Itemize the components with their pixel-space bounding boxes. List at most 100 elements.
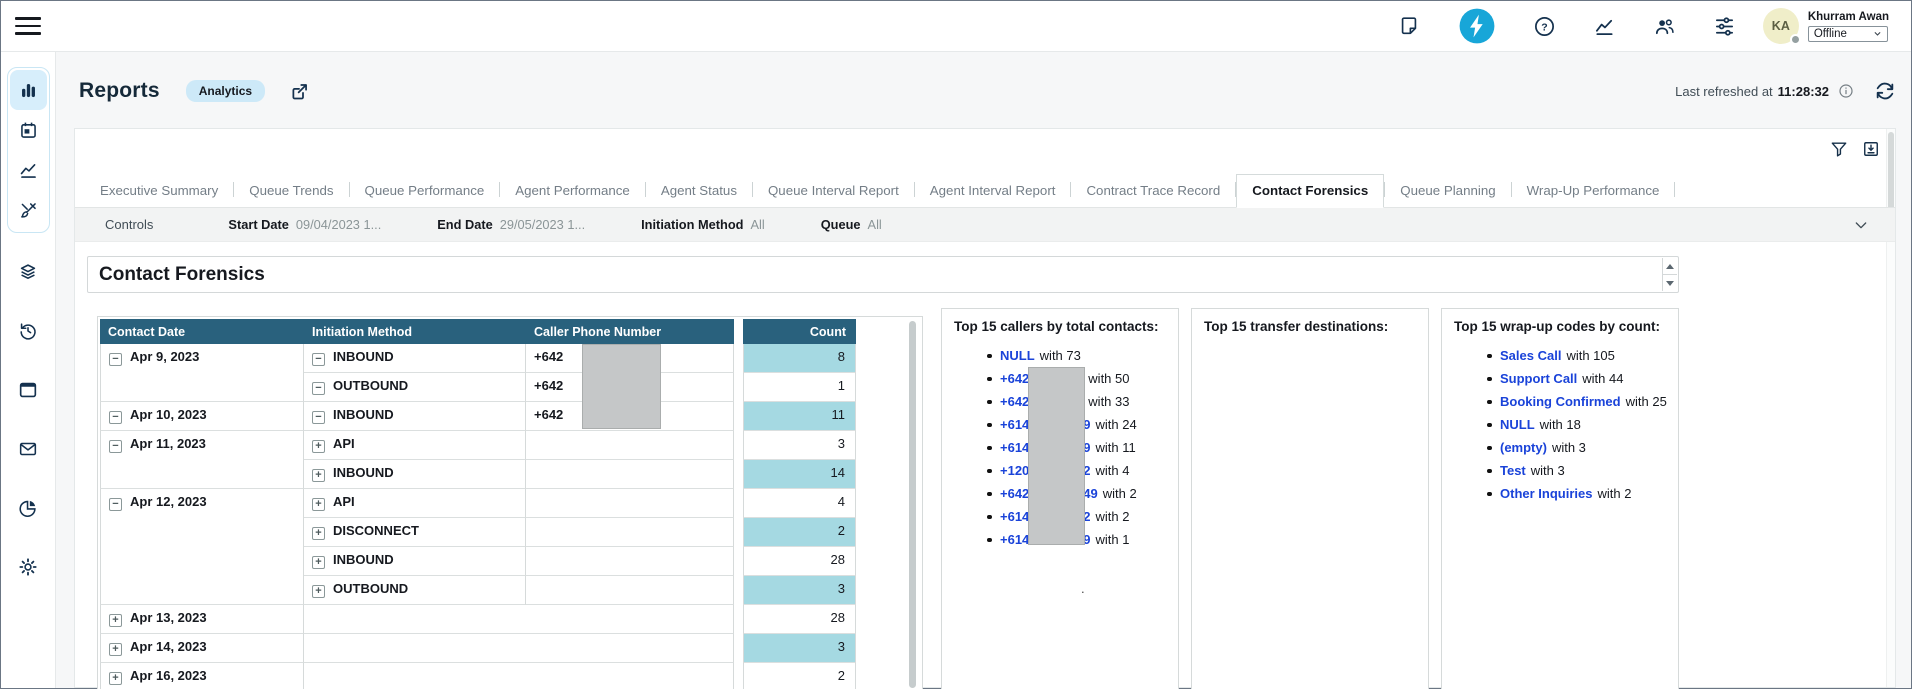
column-header-contact-date[interactable]: Contact Date (100, 319, 304, 344)
collapse-toggle[interactable]: − (312, 353, 325, 366)
sidebar-item-settings[interactable] (1, 537, 55, 596)
column-header-caller-phone[interactable]: Caller Phone Number (526, 319, 734, 344)
tab-agent-status[interactable]: Agent Status (646, 175, 752, 207)
filter-start-date[interactable]: Start Date09/04/2023 1... (228, 217, 381, 232)
settings-sliders-icon[interactable] (1713, 14, 1737, 38)
spinner-up-button[interactable] (1663, 258, 1677, 274)
caller-link[interactable]: +614 (1000, 440, 1029, 455)
tab-queue-performance[interactable]: Queue Performance (350, 175, 500, 207)
external-link-icon[interactable] (289, 81, 310, 102)
avatar-initials: KA (1772, 19, 1790, 33)
controls-expand-chevron-icon[interactable] (1853, 217, 1869, 233)
help-icon[interactable]: ? (1533, 14, 1557, 38)
spinner-down-button[interactable] (1663, 274, 1677, 291)
tab-wrap-up-performance[interactable]: Wrap-Up Performance (1512, 175, 1675, 207)
expand-toggle[interactable]: + (312, 556, 325, 569)
sidebar-item-calendar[interactable] (10, 110, 47, 150)
tab-agent-interval-report[interactable]: Agent Interval Report (915, 175, 1071, 207)
caller-link[interactable]: +614 (1000, 417, 1029, 432)
tab-executive-summary[interactable]: Executive Summary (85, 175, 233, 207)
brush-pencil-icon (18, 200, 39, 221)
column-header-initiation-method[interactable]: Initiation Method (304, 319, 526, 344)
wrapup-link[interactable]: Booking Confirmed (1500, 394, 1621, 409)
filter-queue[interactable]: QueueAll (821, 217, 882, 232)
info-icon[interactable] (1838, 83, 1854, 99)
collapse-toggle[interactable]: − (312, 411, 325, 424)
tab-queue-planning[interactable]: Queue Planning (1385, 175, 1510, 207)
sidebar-item-history[interactable] (1, 301, 55, 360)
caller-link[interactable]: +642 (1000, 486, 1029, 501)
page-title: Reports (79, 79, 160, 103)
sidebar-item-metrics[interactable] (10, 150, 47, 190)
wrapup-link[interactable]: Other Inquiries (1500, 486, 1592, 501)
sidebar-item-mail[interactable] (1, 419, 55, 478)
sidebar-item-layers[interactable] (1, 242, 55, 301)
controls-bar: Controls Start Date09/04/2023 1... End D… (75, 207, 1895, 242)
status-select[interactable]: Offline (1808, 26, 1888, 42)
collapse-toggle[interactable]: − (109, 498, 122, 511)
collapse-toggle[interactable]: − (109, 353, 122, 366)
list-item: Support Callwith 44 (1500, 367, 1666, 390)
lightning-icon[interactable] (1457, 6, 1497, 46)
table-row: +Apr 16, 2023 2 (100, 663, 856, 689)
caller-link[interactable]: +120 (1000, 463, 1029, 478)
list-item: (empty)with 3 (1500, 436, 1666, 459)
filter-initiation-method[interactable]: Initiation MethodAll (641, 217, 765, 232)
tab-contract-trace-record[interactable]: Contract Trace Record (1071, 175, 1235, 207)
top-wrapup-list: Sales Callwith 105 Support Callwith 44 B… (1454, 344, 1666, 505)
sidebar-item-window[interactable] (1, 360, 55, 419)
last-refreshed-label: Last refreshed at (1675, 84, 1773, 99)
wrapup-link[interactable]: NULL (1500, 417, 1535, 432)
wrapup-link[interactable]: Test (1500, 463, 1526, 478)
wrapup-link[interactable]: (empty) (1500, 440, 1547, 455)
list-item: Booking Confirmedwith 25 (1500, 390, 1666, 413)
tab-queue-interval-report[interactable]: Queue Interval Report (753, 175, 914, 207)
sidebar (1, 52, 56, 688)
expand-toggle[interactable]: + (312, 469, 325, 482)
filter-icon[interactable] (1829, 139, 1849, 159)
tab-agent-performance[interactable]: Agent Performance (500, 175, 645, 207)
download-icon[interactable] (1861, 139, 1881, 159)
expand-toggle[interactable]: + (109, 672, 122, 685)
sidebar-item-pie-reports[interactable] (1, 478, 55, 537)
hamburger-menu-icon[interactable] (15, 13, 41, 39)
expand-toggle[interactable]: + (312, 440, 325, 453)
avatar[interactable]: KA (1763, 8, 1799, 44)
refresh-icon[interactable] (1874, 80, 1896, 102)
wrapup-link[interactable]: Support Call (1500, 371, 1577, 386)
sidebar-item-customize[interactable] (10, 190, 47, 230)
bar-chart-icon (18, 80, 39, 101)
svg-text:?: ? (1542, 21, 1548, 33)
last-refreshed-time: 11:28:32 (1778, 84, 1829, 99)
controls-label: Controls (105, 217, 153, 232)
page-header: Reports Analytics Last refreshed at 11:2… (56, 52, 1911, 116)
wrapup-link[interactable]: Sales Call (1500, 348, 1561, 363)
collapse-toggle[interactable]: − (109, 411, 122, 424)
filter-end-date[interactable]: End Date29/05/2023 1... (437, 217, 585, 232)
caller-link[interactable]: NULL (1000, 348, 1035, 363)
user-meta: Khurram Awan Offline (1808, 11, 1889, 42)
expand-toggle[interactable]: + (312, 498, 325, 511)
metrics-icon[interactable] (1593, 14, 1617, 38)
collapse-toggle[interactable]: − (109, 440, 122, 453)
expand-toggle[interactable]: + (109, 643, 122, 656)
caller-link[interactable]: +614 (1000, 532, 1029, 547)
users-icon[interactable] (1653, 14, 1677, 38)
tab-queue-trends[interactable]: Queue Trends (234, 175, 348, 207)
caller-link[interactable]: +642 (1000, 394, 1029, 409)
analytics-badge[interactable]: Analytics (186, 80, 265, 102)
report-card: Executive Summary Queue Trends Queue Per… (74, 128, 1896, 688)
collapse-toggle[interactable]: − (312, 382, 325, 395)
caller-link[interactable]: +614 (1000, 509, 1029, 524)
top-transfers-title: Top 15 transfer destinations: (1204, 319, 1416, 334)
column-header-count[interactable]: Count (743, 319, 856, 344)
notes-icon[interactable] (1397, 14, 1421, 38)
expand-toggle[interactable]: + (109, 614, 122, 627)
tab-contact-forensics[interactable]: Contact Forensics (1236, 174, 1384, 208)
expand-toggle[interactable]: + (312, 527, 325, 540)
sidebar-item-reports[interactable] (10, 70, 47, 110)
caller-link[interactable]: +642 (1000, 371, 1029, 386)
count-cell: 2 (743, 663, 856, 689)
expand-toggle[interactable]: + (312, 585, 325, 598)
table-scrollbar[interactable] (909, 321, 916, 688)
